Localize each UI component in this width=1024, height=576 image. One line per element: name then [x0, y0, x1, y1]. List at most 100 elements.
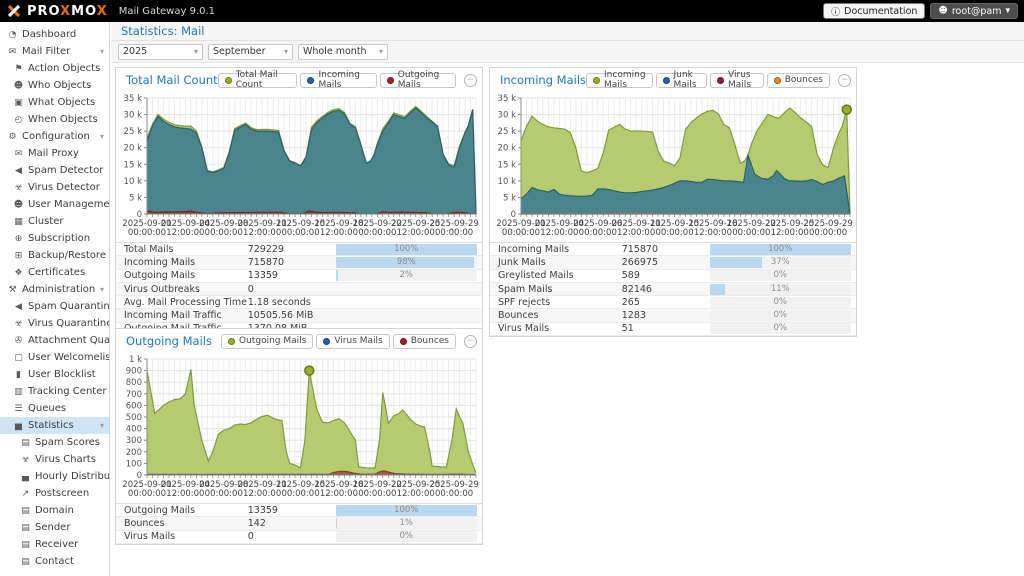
sidebar-item-virus-detector[interactable]: ☣Virus Detector	[0, 179, 109, 196]
legend-item-incoming-mails[interactable]: Incoming Mails	[586, 73, 653, 88]
row-value: 715870	[248, 257, 336, 268]
sidebar-item-statistics[interactable]: ▅Statistics▾	[0, 417, 109, 434]
clock-icon: ◴	[12, 115, 25, 125]
sidebar-item-user-blocklist[interactable]: ▮User Blocklist	[0, 366, 109, 383]
sidebar-item-action-objects[interactable]: ⚑Action Objects	[0, 60, 109, 77]
row-value: 1283	[622, 310, 710, 321]
percent-bar: 1%	[336, 518, 477, 529]
percent-bar: 0%	[710, 297, 851, 308]
sidebar-item-backup-restore[interactable]: ⊞Backup/Restore	[0, 247, 109, 264]
legend-item-outgoing-mails[interactable]: Outgoing Mails	[221, 334, 313, 349]
percent-bar: 2%	[336, 270, 477, 281]
sidebar-item-sender[interactable]: ▤Sender	[0, 519, 109, 536]
legend-item-bounces[interactable]: Bounces	[393, 334, 456, 349]
svg-text:12:00:00: 12:00:00	[166, 228, 204, 238]
sidebar-item-spam-scores[interactable]: ▤Spam Scores	[0, 434, 109, 451]
sidebar-item-subscription[interactable]: ⊕Subscription	[0, 230, 109, 247]
table-icon: ▤	[19, 506, 32, 516]
sidebar-item-mail-filter[interactable]: ✉Mail Filter▾	[0, 43, 109, 60]
sidebar-item-cluster[interactable]: ▦Cluster	[0, 213, 109, 230]
sidebar-item-dashboard[interactable]: ◔Dashboard	[0, 26, 109, 43]
sidebar-item-label: Virus Quarantine	[28, 318, 110, 329]
sidebar-item-certificates[interactable]: ❖Certificates	[0, 264, 109, 281]
sidebar-item-virus-charts[interactable]: ☣Virus Charts	[0, 451, 109, 468]
range-select[interactable]: Whole month ▾	[298, 44, 388, 60]
legend-item-virus-mails[interactable]: Virus Mails	[316, 334, 389, 349]
svg-text:5 k: 5 k	[503, 193, 516, 203]
legend-item-virus-mails[interactable]: Virus Mails	[710, 73, 764, 88]
sidebar-item-label: Contact	[35, 556, 74, 567]
sidebar-item-virus-quarantine[interactable]: ☣Virus Quarantine	[0, 315, 109, 332]
sidebar-item-configuration[interactable]: ⚙Configuration▾	[0, 128, 109, 145]
sidebar-item-when-objects[interactable]: ◴When Objects	[0, 111, 109, 128]
user-menu-button[interactable]: ☻ root@pam ▾	[930, 3, 1018, 19]
svg-text:25 k: 25 k	[124, 127, 143, 137]
collapse-panel-icon[interactable]: −	[464, 74, 477, 87]
legend-item-outgoing-mails[interactable]: Outgoing Mails	[380, 73, 456, 88]
sidebar-item-domain[interactable]: ▤Domain	[0, 502, 109, 519]
sidebar-item-user-management[interactable]: ☻User Management	[0, 196, 109, 213]
documentation-button[interactable]: ⓘ Documentation	[823, 3, 925, 19]
sidebar-item-label: Queues	[28, 403, 66, 414]
legend-item-total-mail-count[interactable]: Total Mail Count	[218, 73, 298, 88]
sidebar-item-who-objects[interactable]: ☻Who Objects	[0, 77, 109, 94]
svg-text:12:00:00: 12:00:00	[320, 228, 358, 238]
row-percent-cell: 0%	[710, 270, 856, 281]
brand-letter: O	[85, 4, 97, 19]
chart-outgoing-mails: 01002003004005006007008009001 k2025-09-0…	[116, 353, 482, 503]
legend-item-incoming-mails[interactable]: Incoming Mails	[300, 73, 376, 88]
row-value: 13359	[248, 270, 336, 281]
sidebar-item-attachment-quarantine[interactable]: ✇Attachment Quarantine	[0, 332, 109, 349]
sidebar-item-administration[interactable]: ⚒Administration▾	[0, 281, 109, 298]
chevron-down-icon: ▾	[194, 47, 198, 56]
brand-name: PROXMOX	[27, 4, 108, 19]
legend-item-bounces[interactable]: Bounces	[767, 73, 830, 88]
svg-text:00:00:00: 00:00:00	[435, 489, 473, 499]
table-row-bounces: Bounces12830%	[490, 309, 856, 322]
row-label: Bounces	[490, 310, 622, 321]
percent-bar: 0%	[710, 270, 851, 281]
row-value: 51	[622, 323, 710, 334]
year-select[interactable]: 2025 ▾	[118, 44, 203, 60]
collapse-panel-icon[interactable]: −	[464, 335, 477, 348]
percent-bar: 0%	[710, 310, 851, 321]
row-value: 13359	[248, 505, 336, 516]
sidebar-item-user-welcomelist[interactable]: ▢User Welcomelist	[0, 349, 109, 366]
legend-label: Bounces	[411, 336, 449, 346]
percent-text: 100%	[336, 244, 477, 255]
percent-text: 0%	[710, 270, 851, 281]
sidebar-item-receiver[interactable]: ▤Receiver	[0, 536, 109, 553]
user-icon: ☻	[12, 81, 25, 91]
collapse-panel-icon[interactable]: −	[838, 74, 851, 87]
sidebar-item-spam-quarantine[interactable]: ◀Spam Quarantine	[0, 298, 109, 315]
legend-item-junk-mails[interactable]: Junk Mails	[656, 73, 708, 88]
row-percent-cell: 1%	[336, 518, 482, 529]
percent-text: 0%	[336, 531, 477, 542]
month-select[interactable]: September ▾	[208, 44, 293, 60]
percent-text: 2%	[336, 270, 477, 281]
svg-text:12:00:00: 12:00:00	[540, 228, 578, 238]
row-label: Greylisted Mails	[490, 270, 622, 281]
sidebar-item-label: Virus Charts	[35, 454, 96, 465]
row-percent-cell: 37%	[710, 257, 856, 268]
sidebar-item-spam-detector[interactable]: ◀Spam Detector	[0, 162, 109, 179]
row-label: Spam Mails	[490, 284, 622, 295]
breadcrumb: Statistics: Mail	[121, 24, 204, 38]
envelope-icon: ✉	[6, 47, 19, 57]
legend-label: Outgoing Mails	[398, 70, 449, 90]
sidebar-item-what-objects[interactable]: ▣What Objects	[0, 94, 109, 111]
row-value: 265	[622, 297, 710, 308]
table-icon: ▤	[19, 523, 32, 533]
legend-label: Virus Mails	[728, 70, 757, 90]
sidebar-item-mail-proxy[interactable]: ✉Mail Proxy	[0, 145, 109, 162]
sidebar-item-queues[interactable]: ☰Queues	[0, 400, 109, 417]
sidebar-item-label: Mail Proxy	[28, 148, 79, 159]
svg-text:5 k: 5 k	[129, 193, 142, 203]
sidebar-item-hourly-distribution[interactable]: ▄Hourly Distribution	[0, 468, 109, 485]
legend-dot-icon	[717, 77, 724, 84]
sidebar-item-tracking-center[interactable]: ▥Tracking Center	[0, 383, 109, 400]
sidebar-item-label: Action Objects	[28, 63, 100, 74]
sidebar-item-postscreen[interactable]: ↗Postscreen	[0, 485, 109, 502]
svg-text:00:00:00: 00:00:00	[358, 489, 396, 499]
sidebar-item-contact[interactable]: ▤Contact	[0, 553, 109, 570]
